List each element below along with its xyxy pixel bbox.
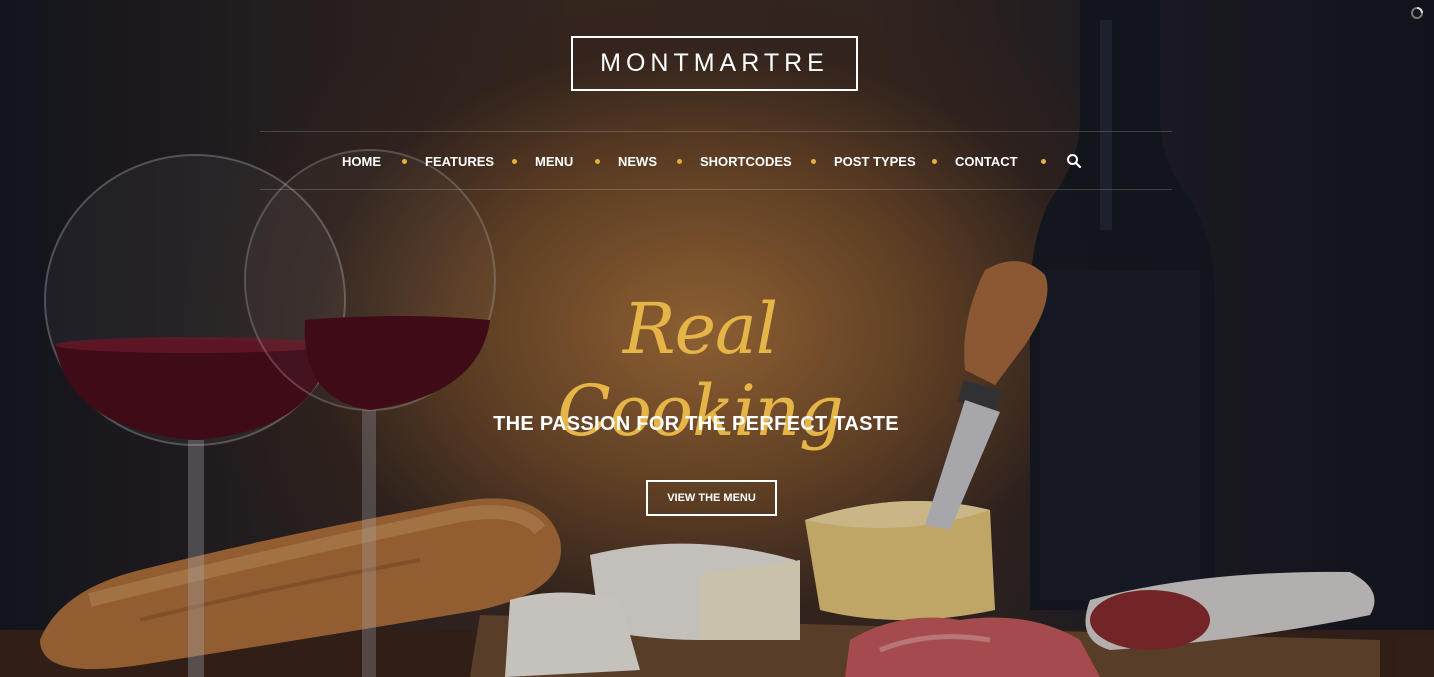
nav-item-contact[interactable]: CONTACT <box>955 154 1018 169</box>
nav-item-menu[interactable]: MENU <box>535 154 573 169</box>
nav-separator-dot <box>402 159 407 164</box>
logo-text: MONTMARTRE <box>600 49 829 77</box>
nav-separator-dot <box>677 159 682 164</box>
main-navigation: HOME FEATURES MENU NEWS SHORTCODES POST … <box>260 131 1172 190</box>
nav-separator-dot <box>1041 159 1046 164</box>
nav-separator-dot <box>512 159 517 164</box>
loading-spinner-icon <box>1410 6 1424 20</box>
nav-item-news[interactable]: NEWS <box>618 154 657 169</box>
site-logo[interactable]: MONTMARTRE <box>571 36 858 91</box>
nav-separator-dot <box>932 159 937 164</box>
search-icon[interactable] <box>1066 153 1082 169</box>
hero-subheadline: THE PASSION FOR THE PERFECT TASTE <box>493 413 899 435</box>
nav-item-home[interactable]: HOME <box>342 154 381 169</box>
nav-separator-dot <box>811 159 816 164</box>
nav-item-shortcodes[interactable]: SHORTCODES <box>700 154 792 169</box>
view-menu-button[interactable]: VIEW THE MENU <box>646 480 777 516</box>
nav-separator-dot <box>595 159 600 164</box>
nav-item-features[interactable]: FEATURES <box>425 154 494 169</box>
nav-item-post-types[interactable]: POST TYPES <box>834 154 916 169</box>
